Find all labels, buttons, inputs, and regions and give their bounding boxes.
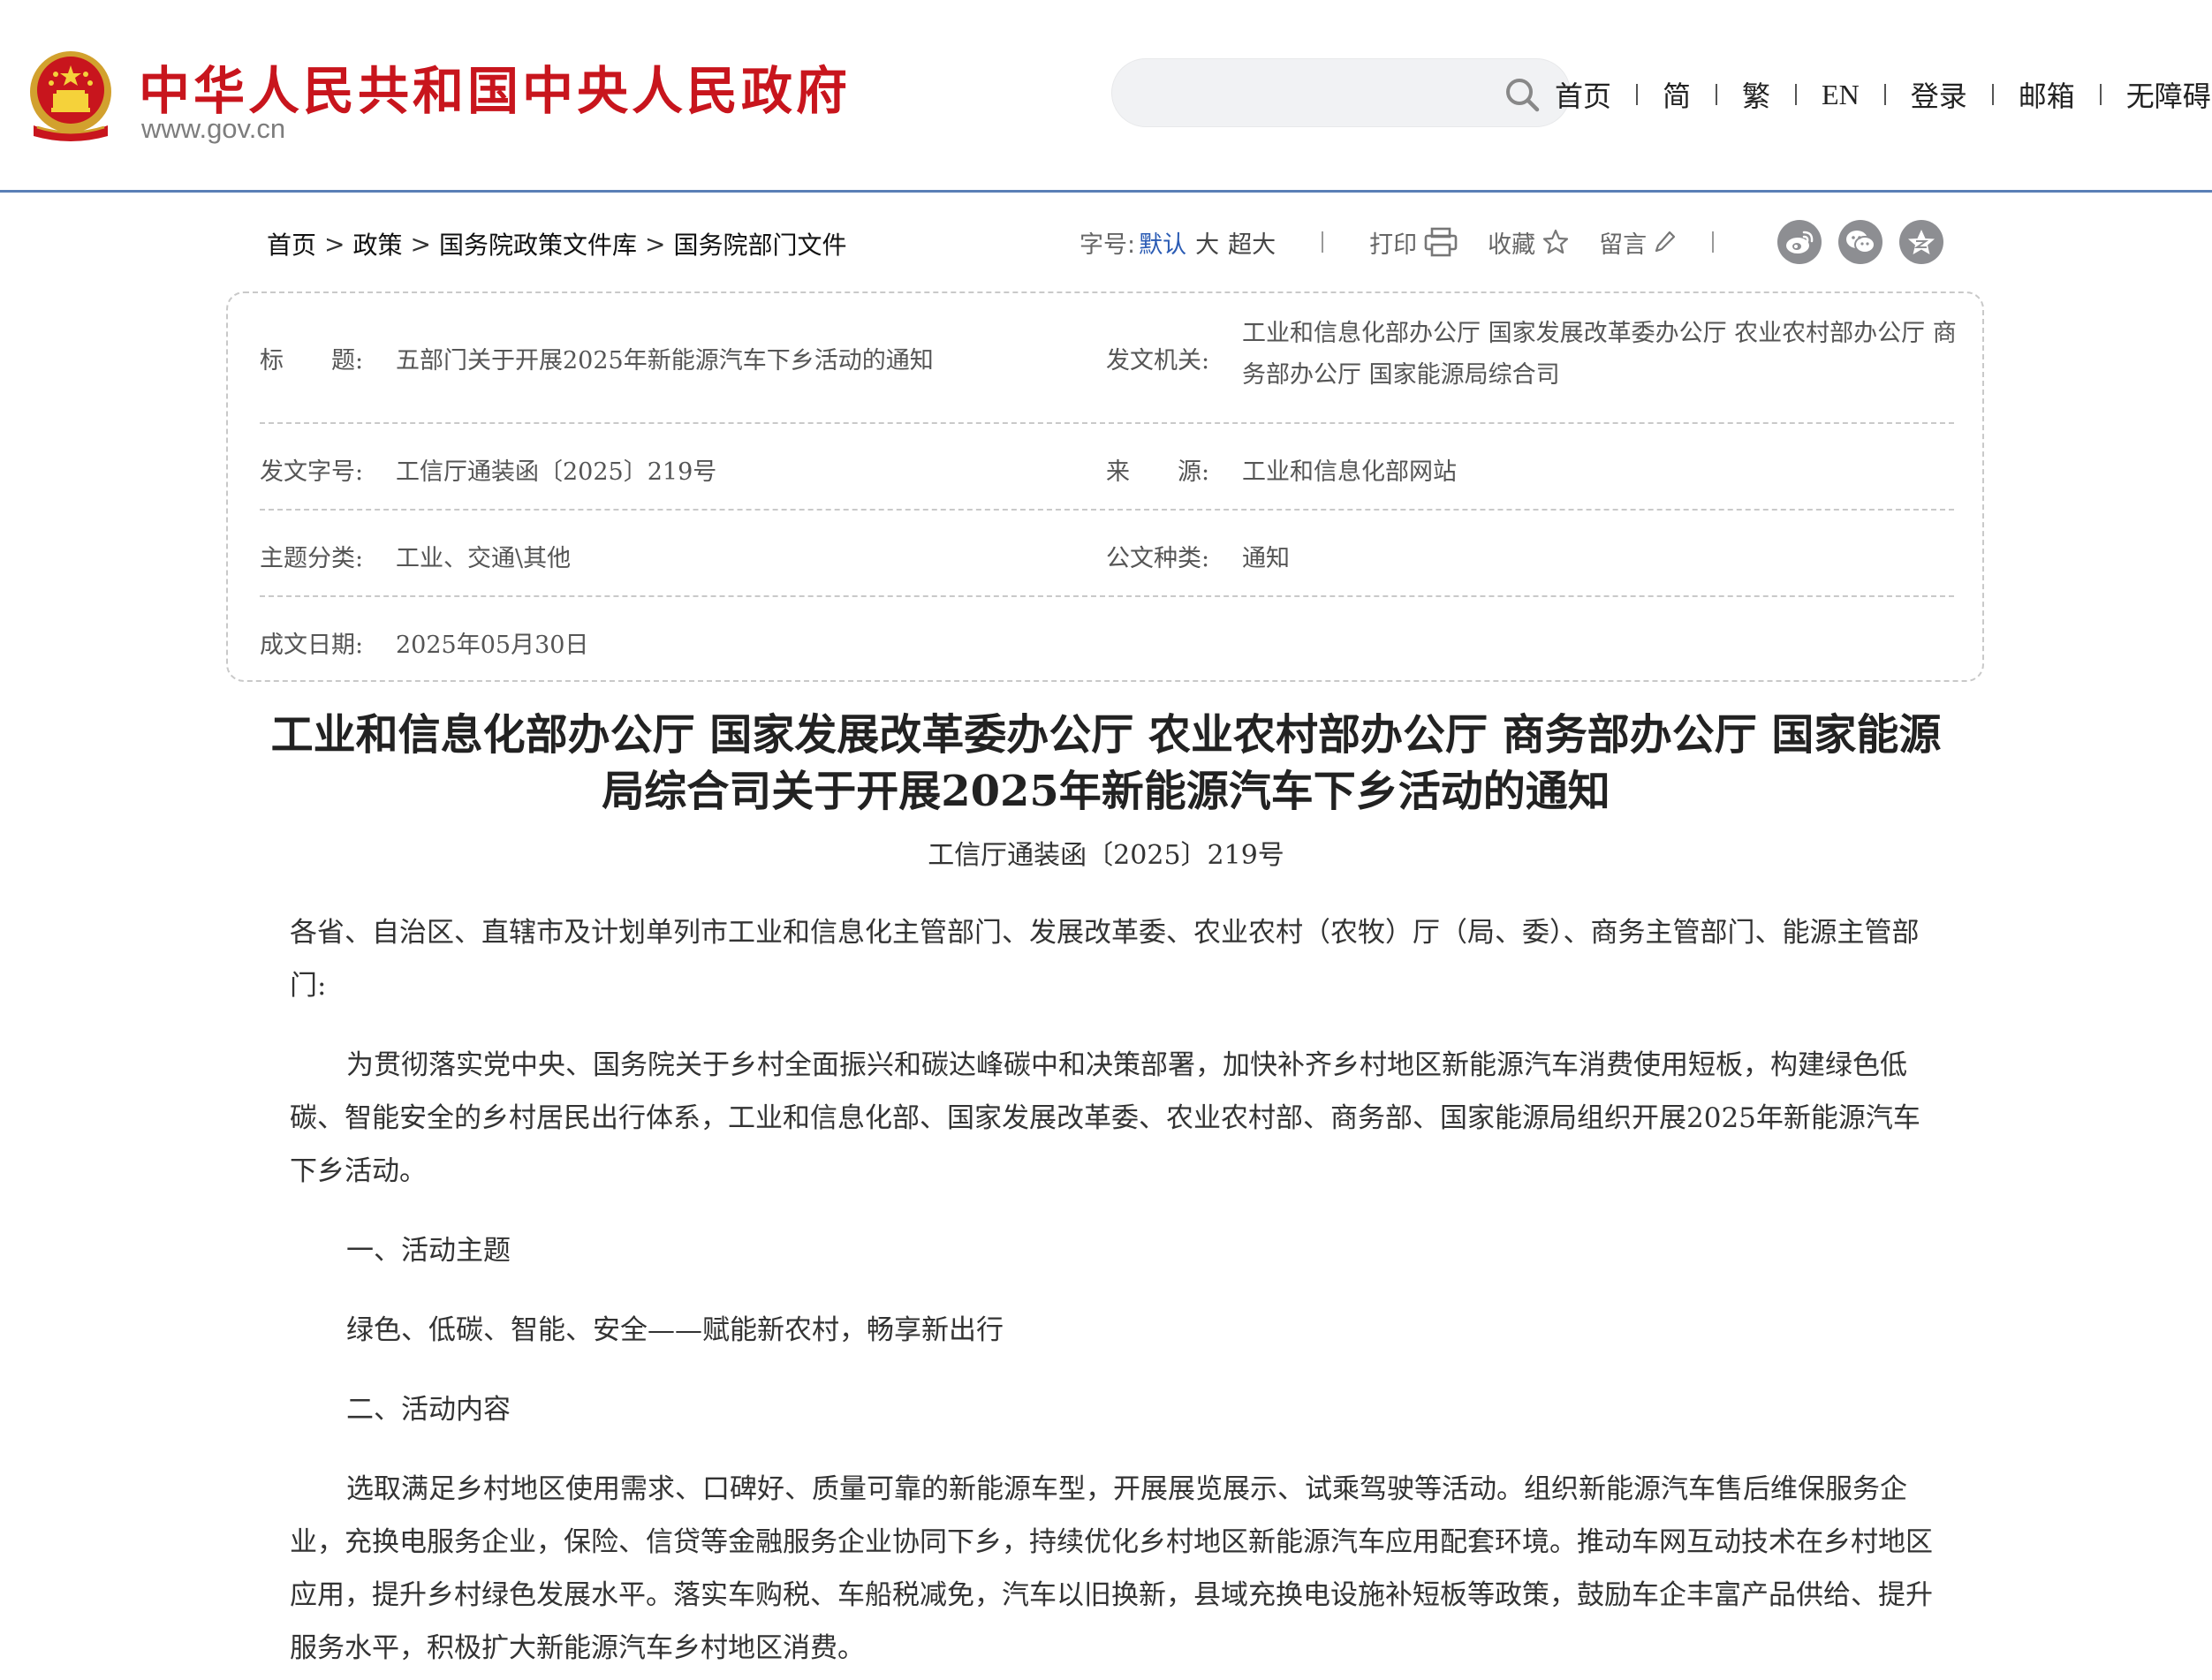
article-title: 工业和信息化部办公厅 国家发展改革委办公厅 农业农村部办公厅 商务部办公厅 国家… xyxy=(265,707,1947,820)
search-input[interactable] xyxy=(1139,73,1492,112)
breadcrumb-department-docs[interactable]: 国务院部门文件 xyxy=(673,226,846,261)
nav-traditional[interactable]: 繁 xyxy=(1742,74,1770,115)
nav-divider xyxy=(1636,84,1639,105)
doctype-field: 公文种类: 通知 xyxy=(1106,539,1290,573)
issuer-label-cell: 发文机关: xyxy=(1106,341,1242,375)
qzone-icon xyxy=(1908,230,1935,254)
document-metadata: 标 题: 五部门关于开展2025年新能源汽车下乡活动的通知 发文机关: 工业和信息… xyxy=(226,291,1984,682)
docno-field: 发文字号: 工信厅通装函〔2025〕219号 xyxy=(260,452,716,487)
metadata-row: 发文字号: 工信厅通装函〔2025〕219号 来 源: 工业和信息化部网站 xyxy=(260,424,1954,511)
docno-label: 发文字号: xyxy=(260,458,364,486)
top-nav: 首页 简 繁 EN 登录 邮箱 无障碍 xyxy=(1555,74,2211,115)
topic-value: 工业、交通\其他 xyxy=(396,545,572,572)
comment-label: 留言 xyxy=(1599,231,1648,259)
article-paragraph: 绿色、低碳、智能、安全——赋能新农村，畅享新出行 xyxy=(346,1314,1004,1346)
article-paragraph: 为贯彻落实党中央、国务院关于乡村全面振兴和碳达峰碳中和决策部署，加快补齐乡村地区… xyxy=(290,1049,1920,1187)
date-label: 成文日期: xyxy=(260,632,364,659)
breadcrumb-policy-library[interactable]: 国务院政策文件库 xyxy=(439,226,637,261)
favorite-label: 收藏 xyxy=(1488,231,1536,259)
favorite-button[interactable]: 收藏 xyxy=(1488,225,1569,260)
article-title-line: 工业和信息化部办公厅 国家发展改革委办公厅 农业农村部办公厅 商务部办公厅 国家… xyxy=(270,710,1942,760)
article-tools: 字号: 默认 大 超大 打印 收藏 留言 xyxy=(1079,223,1760,261)
font-size-xlarge[interactable]: 超大 xyxy=(1228,225,1276,260)
nav-divider xyxy=(1883,84,1886,105)
qzone-share-button[interactable] xyxy=(1899,220,1943,264)
nav-divider xyxy=(1716,84,1718,105)
breadcrumb-separator: > xyxy=(410,229,431,259)
article-salutation: 各省、自治区、直辖市及计划单列市工业和信息化主管部门、发展改革委、农业农村（农牧… xyxy=(290,917,1920,1002)
issuer-value: 工业和信息化部办公厅 国家发展改革委办公厅 农业农村部办公厅 商务部办公厅 国家… xyxy=(1242,320,1957,389)
article-paragraph: 选取满足乡村地区使用需求、口碑好、质量可靠的新能源车型，开展展览展示、试乘驾驶等… xyxy=(290,1473,1933,1664)
font-size-label: 字号: xyxy=(1079,231,1136,259)
title-field: 标 题: 五部门关于开展2025年新能源汽车下乡活动的通知 xyxy=(260,341,934,375)
source-value: 工业和信息化部网站 xyxy=(1242,458,1457,486)
source-label: 来 源: xyxy=(1106,458,1210,486)
nav-login[interactable]: 登录 xyxy=(1911,74,1967,115)
breadcrumb-home[interactable]: 首页 xyxy=(267,226,316,261)
nav-home[interactable]: 首页 xyxy=(1555,74,1611,115)
wechat-icon xyxy=(1846,231,1875,254)
breadcrumb-separator: > xyxy=(324,229,345,259)
metadata-row: 主题分类: 工业、交通\其他 公文种类: 通知 xyxy=(260,511,1954,597)
doctype-label: 公文种类: xyxy=(1106,545,1210,572)
title-value: 五部门关于开展2025年新能源汽车下乡活动的通知 xyxy=(396,347,934,375)
breadcrumb-separator: > xyxy=(644,229,666,259)
article-doc-number: 工信厅通装函〔2025〕219号 xyxy=(928,840,1284,871)
comment-button[interactable]: 留言 xyxy=(1599,225,1677,260)
issuer-field: 工业和信息化部办公厅 国家发展改革委办公厅 农业农村部办公厅 商务部办公厅 国家… xyxy=(1242,313,1966,396)
search-icon[interactable] xyxy=(1504,76,1541,113)
article-title-line: 局综合司关于开展2025年新能源汽车下乡活动的通知 xyxy=(602,767,1610,816)
pencil-icon xyxy=(1655,231,1676,253)
section-heading: 二、活动内容 xyxy=(346,1394,511,1426)
issuer-label: 发文机关: xyxy=(1106,347,1210,375)
section-heading: 一、活动主题 xyxy=(346,1235,511,1267)
docno-value: 工信厅通装函〔2025〕219号 xyxy=(396,458,717,486)
topic-label: 主题分类: xyxy=(260,545,364,572)
wechat-share-button[interactable] xyxy=(1838,220,1882,264)
site-header: 中华人民共和国中央人民政府 www.gov.cn 首页 简 繁 EN 登录 邮箱… xyxy=(0,0,2212,193)
nav-divider xyxy=(1795,84,1798,105)
star-icon xyxy=(1543,229,1569,254)
metadata-row: 标 题: 五部门关于开展2025年新能源汽车下乡活动的通知 发文机关: 工业和信息… xyxy=(260,293,1957,424)
print-button[interactable]: 打印 xyxy=(1369,225,1458,260)
site-url[interactable]: www.gov.cn xyxy=(141,113,285,145)
search-box xyxy=(1111,58,1571,127)
nav-divider xyxy=(2099,84,2102,105)
font-size-default[interactable]: 默认 xyxy=(1139,225,1186,260)
date-field: 成文日期: 2025年05月30日 xyxy=(260,625,588,660)
breadcrumb: 首页 > 政策 > 国务院政策文件库 > 国务院部门文件 xyxy=(267,226,846,261)
topic-field: 主题分类: 工业、交通\其他 xyxy=(260,539,571,573)
weibo-share-button[interactable] xyxy=(1777,220,1822,264)
source-field: 来 源: 工业和信息化部网站 xyxy=(1106,452,1457,487)
doctype-value: 通知 xyxy=(1242,545,1290,572)
breadcrumb-policy[interactable]: 政策 xyxy=(352,226,402,261)
title-label: 标 题: xyxy=(260,347,364,375)
metadata-row: 成文日期: 2025年05月30日 xyxy=(260,597,1954,682)
nav-divider xyxy=(1991,84,1994,105)
font-size-large[interactable]: 大 xyxy=(1195,225,1219,260)
national-emblem-icon[interactable] xyxy=(25,48,117,145)
nav-mailbox[interactable]: 邮箱 xyxy=(2019,74,2075,115)
tools-divider xyxy=(1712,231,1715,253)
weibo-icon xyxy=(1786,231,1814,254)
print-icon xyxy=(1424,227,1458,257)
tools-divider xyxy=(1322,231,1324,253)
nav-simplified[interactable]: 简 xyxy=(1663,74,1691,115)
print-label: 打印 xyxy=(1369,231,1418,259)
nav-accessibility[interactable]: 无障碍 xyxy=(2126,74,2211,115)
nav-english[interactable]: EN xyxy=(1822,79,1860,111)
date-value: 2025年05月30日 xyxy=(396,632,589,659)
